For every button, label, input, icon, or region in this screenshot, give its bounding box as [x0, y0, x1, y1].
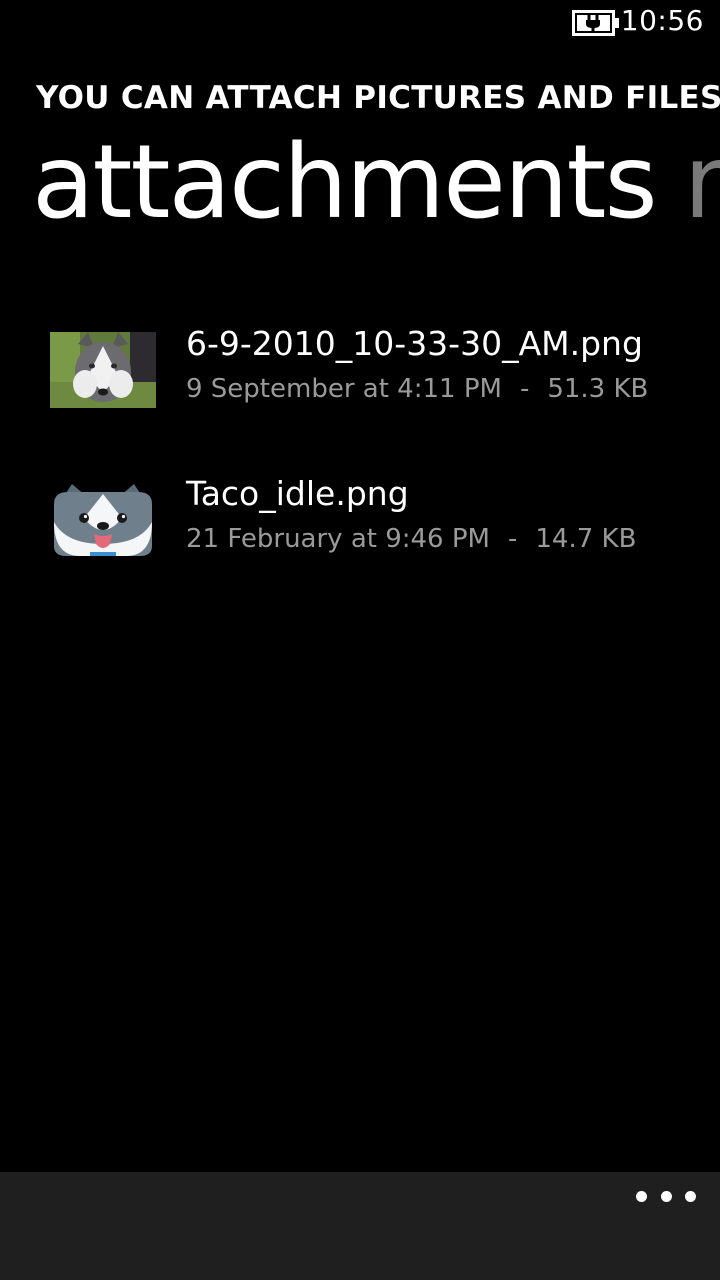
file-name: Taco_idle.png — [186, 474, 409, 513]
app-bar — [0, 1172, 720, 1280]
file-size: 51.3 KB — [547, 374, 649, 404]
file-date: 21 February at 9:46 PM — [186, 524, 490, 554]
battery-charging-icon — [572, 10, 619, 36]
file-date: 9 September at 4:11 PM — [186, 374, 502, 404]
husky-photo-thumbnail — [50, 332, 156, 408]
list-item[interactable]: Taco_idle.png 21 February at 9:46 PM -14.… — [0, 474, 720, 584]
file-meta: 9 September at 4:11 PM -51.3 KB — [186, 374, 648, 404]
app-title: YOU CAN ATTACH PICTURES AND FILES... — [36, 80, 720, 116]
ellipsis-dot — [685, 1190, 696, 1202]
file-name: 6-9-2010_10-33-30_AM.png — [186, 324, 643, 363]
husky-cartoon-thumbnail — [50, 482, 156, 558]
pivot-item-attachments[interactable]: attachments — [32, 123, 658, 242]
file-meta: 21 February at 9:46 PM -14.7 KB — [186, 524, 636, 554]
ellipsis-dot — [660, 1190, 672, 1202]
status-bar: 10:56 — [0, 0, 720, 48]
pivot-header: attachmentsm — [32, 132, 720, 234]
meta-separator: - — [507, 524, 518, 554]
clock: 10:56 — [620, 4, 704, 37]
pivot-item-next[interactable]: m — [684, 123, 720, 242]
meta-separator: - — [519, 374, 530, 404]
ellipsis-dot — [636, 1190, 647, 1202]
list-item[interactable]: 6-9-2010_10-33-30_AM.png 9 September at … — [0, 320, 720, 430]
ellipsis-icon[interactable] — [636, 1182, 696, 1210]
file-size: 14.7 KB — [535, 524, 637, 554]
screen: 10:56 YOU CAN ATTACH PICTURES AND FILES.… — [0, 0, 720, 1280]
